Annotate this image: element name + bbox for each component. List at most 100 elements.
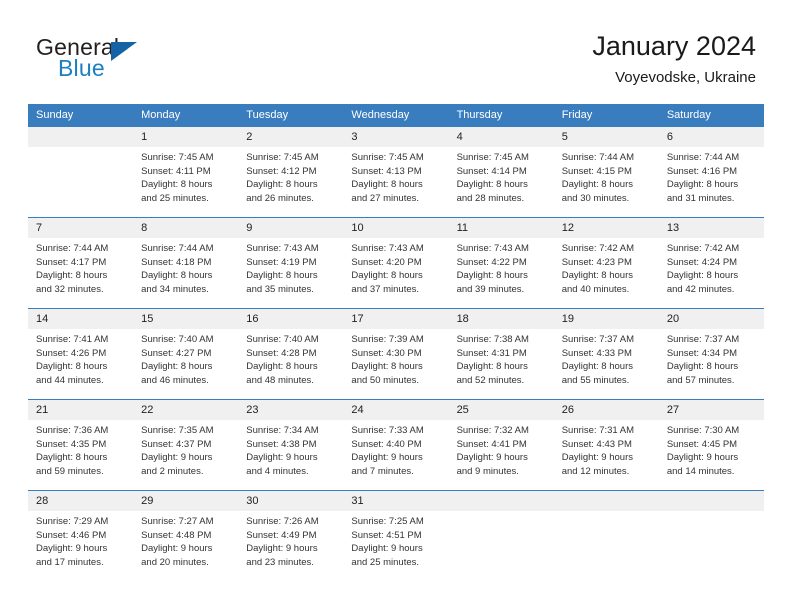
daylight-text-line2: and 25 minutes.: [351, 556, 420, 568]
day-info: Sunrise: 7:42 AM Sunset: 4:24 PM Daylight:…: [659, 238, 764, 296]
calendar-day-cell[interactable]: 26 Sunrise: 7:31 AM Sunset: 4:43 PM Dayligh…: [553, 399, 659, 491]
page-title: January 2024: [592, 31, 756, 61]
sunrise-text: Sunrise: 7:33 AM: [351, 425, 424, 436]
calendar-day-cell[interactable]: 14 Sunrise: 7:41 AM Sunset: 4:26 PM Dayligh…: [28, 308, 134, 400]
day-number: 8: [133, 218, 239, 238]
calendar-day-cell[interactable]: 5 Sunrise: 7:44 AM Sunset: 4:15 PM Daylight…: [553, 126, 659, 218]
calendar-day-cell[interactable]: 25 Sunrise: 7:32 AM Sunset: 4:41 PM Dayligh…: [448, 399, 554, 491]
day-number: 11: [448, 218, 554, 238]
sunset-text: Sunset: 4:13 PM: [351, 165, 422, 177]
calendar-day-cell[interactable]: 4 Sunrise: 7:45 AM Sunset: 4:14 PM Daylight…: [448, 126, 554, 218]
calendar-body: 1 Sunrise: 7:45 AM Sunset: 4:11 PM Daylight…: [28, 126, 764, 581]
calendar-day-cell[interactable]: 2 Sunrise: 7:45 AM Sunset: 4:12 PM Daylight…: [238, 126, 344, 218]
calendar-day-cell[interactable]: 22 Sunrise: 7:35 AM Sunset: 4:37 PM Dayligh…: [133, 399, 239, 491]
daylight-text-line2: and 52 minutes.: [456, 374, 525, 386]
sunset-text: Sunset: 4:19 PM: [246, 256, 317, 268]
sunset-text: Sunset: 4:11 PM: [141, 165, 211, 177]
daylight-text-line2: and 48 minutes.: [246, 374, 314, 386]
day-info: Sunrise: 7:44 AM Sunset: 4:17 PM Daylight:…: [28, 238, 133, 296]
sunset-text: Sunset: 4:12 PM: [246, 165, 317, 177]
calendar-week-row: 14 Sunrise: 7:41 AM Sunset: 4:26 PM Dayligh…: [28, 308, 764, 400]
sunrise-text: Sunrise: 7:29 AM: [36, 516, 109, 527]
day-number: [658, 491, 764, 511]
calendar-grid: Sunday Monday Tuesday Wednesday Thursday…: [28, 104, 764, 581]
calendar-day-cell[interactable]: 24 Sunrise: 7:33 AM Sunset: 4:40 PM Dayligh…: [343, 399, 449, 491]
calendar-day-cell[interactable]: 16 Sunrise: 7:40 AM Sunset: 4:28 PM Dayligh…: [238, 308, 344, 400]
sunset-text: Sunset: 4:43 PM: [561, 438, 632, 450]
day-info: Sunrise: 7:45 AM Sunset: 4:11 PM Daylight:…: [133, 147, 238, 205]
sunrise-text: Sunrise: 7:44 AM: [666, 152, 740, 163]
sunset-text: Sunset: 4:15 PM: [561, 165, 632, 177]
day-number: 10: [343, 218, 449, 238]
sunset-text: Sunset: 4:41 PM: [456, 438, 527, 450]
day-info: Sunrise: 7:37 AM Sunset: 4:34 PM Daylight:…: [659, 329, 764, 387]
day-info: Sunrise: 7:43 AM Sunset: 4:19 PM Daylight:…: [238, 238, 343, 296]
day-number: 2: [238, 127, 344, 147]
calendar-day-cell[interactable]: 3 Sunrise: 7:45 AM Sunset: 4:13 PM Daylight…: [343, 126, 449, 218]
calendar-day-cell[interactable]: 13 Sunrise: 7:42 AM Sunset: 4:24 PM Dayligh…: [658, 217, 764, 309]
daylight-text-line1: Daylight: 8 hours: [246, 361, 318, 372]
day-number: 6: [658, 127, 764, 147]
daylight-text-line2: and 34 minutes.: [141, 283, 209, 295]
calendar-day-cell[interactable]: 12 Sunrise: 7:42 AM Sunset: 4:23 PM Dayligh…: [553, 217, 659, 309]
day-info: Sunrise: 7:34 AM Sunset: 4:38 PM Daylight:…: [238, 420, 343, 478]
day-number: 22: [133, 400, 239, 420]
day-number: [448, 491, 554, 511]
day-info: Sunrise: 7:44 AM Sunset: 4:15 PM Daylight:…: [554, 147, 659, 205]
daylight-text-line1: Daylight: 8 hours: [561, 270, 633, 281]
sunset-text: Sunset: 4:31 PM: [456, 347, 527, 359]
sunrise-text: Sunrise: 7:45 AM: [456, 152, 529, 163]
day-info: Sunrise: 7:35 AM Sunset: 4:37 PM Daylight:…: [133, 420, 238, 478]
sunrise-text: Sunrise: 7:41 AM: [36, 334, 109, 345]
daylight-text-line2: and 46 minutes.: [141, 374, 209, 386]
day-number: 12: [553, 218, 659, 238]
page-header: General Blue January 2024 Voyevodske, Uk…: [0, 0, 792, 104]
day-number: 20: [658, 309, 764, 329]
logo-text-blue: Blue: [58, 55, 105, 81]
calendar-day-cell[interactable]: 9 Sunrise: 7:43 AM Sunset: 4:19 PM Daylight…: [238, 217, 344, 309]
calendar-day-cell[interactable]: 30 Sunrise: 7:26 AM Sunset: 4:49 PM Dayligh…: [238, 490, 344, 581]
calendar-day-cell[interactable]: 18 Sunrise: 7:38 AM Sunset: 4:31 PM Dayligh…: [448, 308, 554, 400]
day-info: Sunrise: 7:41 AM Sunset: 4:26 PM Daylight:…: [28, 329, 133, 387]
day-number: 30: [238, 491, 344, 511]
day-number: 4: [448, 127, 554, 147]
calendar-day-cell[interactable]: 10 Sunrise: 7:43 AM Sunset: 4:20 PM Dayligh…: [343, 217, 449, 309]
sunrise-text: Sunrise: 7:44 AM: [561, 152, 635, 163]
calendar-day-cell[interactable]: 31 Sunrise: 7:25 AM Sunset: 4:51 PM Dayligh…: [343, 490, 449, 581]
daylight-text-line1: Daylight: 8 hours: [351, 270, 423, 281]
daylight-text-line2: and 27 minutes.: [351, 192, 420, 204]
calendar-day-cell[interactable]: 29 Sunrise: 7:27 AM Sunset: 4:48 PM Dayligh…: [133, 490, 239, 581]
daylight-text-line1: Daylight: 8 hours: [666, 179, 739, 190]
day-number: 18: [448, 309, 554, 329]
day-info: Sunrise: 7:44 AM Sunset: 4:18 PM Daylight:…: [133, 238, 238, 296]
calendar-day-cell[interactable]: 11 Sunrise: 7:43 AM Sunset: 4:22 PM Dayligh…: [448, 217, 554, 309]
day-info: Sunrise: 7:30 AM Sunset: 4:45 PM Daylight:…: [659, 420, 764, 478]
calendar-day-cell[interactable]: 7 Sunrise: 7:44 AM Sunset: 4:17 PM Daylight…: [28, 217, 134, 309]
calendar-day-cell[interactable]: 20 Sunrise: 7:37 AM Sunset: 4:34 PM Dayligh…: [658, 308, 764, 400]
daylight-text-line2: and 55 minutes.: [561, 374, 630, 386]
title-block: January 2024 Voyevodske, Ukraine: [592, 30, 756, 88]
calendar-day-cell[interactable]: 1 Sunrise: 7:45 AM Sunset: 4:11 PM Daylight…: [133, 126, 239, 218]
calendar-day-cell[interactable]: 21 Sunrise: 7:36 AM Sunset: 4:35 PM Dayligh…: [28, 399, 134, 491]
day-info: Sunrise: 7:37 AM Sunset: 4:33 PM Daylight:…: [554, 329, 659, 387]
day-info: Sunrise: 7:45 AM Sunset: 4:14 PM Daylight:…: [449, 147, 554, 205]
daylight-text-line1: Daylight: 8 hours: [456, 179, 528, 190]
calendar-day-cell[interactable]: 19 Sunrise: 7:37 AM Sunset: 4:33 PM Dayligh…: [553, 308, 659, 400]
day-info: Sunrise: 7:33 AM Sunset: 4:40 PM Daylight:…: [343, 420, 448, 478]
calendar-week-row: 28 Sunrise: 7:29 AM Sunset: 4:46 PM Dayligh…: [28, 490, 764, 581]
daylight-text-line1: Daylight: 9 hours: [456, 452, 528, 463]
calendar-day-cell[interactable]: 6 Sunrise: 7:44 AM Sunset: 4:16 PM Daylight…: [658, 126, 764, 218]
calendar-day-cell-empty: [448, 490, 554, 581]
calendar-day-cell[interactable]: 8 Sunrise: 7:44 AM Sunset: 4:18 PM Daylight…: [133, 217, 239, 309]
weekday-header-tuesday: Tuesday: [238, 104, 344, 127]
calendar-day-cell[interactable]: 27 Sunrise: 7:30 AM Sunset: 4:45 PM Dayligh…: [658, 399, 764, 491]
day-number: 1: [133, 127, 239, 147]
sunset-text: Sunset: 4:20 PM: [351, 256, 422, 268]
daylight-text-line2: and 42 minutes.: [666, 283, 735, 295]
calendar-day-cell[interactable]: 15 Sunrise: 7:40 AM Sunset: 4:27 PM Dayligh…: [133, 308, 239, 400]
calendar-day-cell[interactable]: 28 Sunrise: 7:29 AM Sunset: 4:46 PM Dayligh…: [28, 490, 134, 581]
calendar-day-cell[interactable]: 17 Sunrise: 7:39 AM Sunset: 4:30 PM Dayligh…: [343, 308, 449, 400]
calendar-day-cell[interactable]: 23 Sunrise: 7:34 AM Sunset: 4:38 PM Dayligh…: [238, 399, 344, 491]
calendar-week-row: 7 Sunrise: 7:44 AM Sunset: 4:17 PM Daylight…: [28, 217, 764, 309]
day-info: Sunrise: 7:40 AM Sunset: 4:28 PM Daylight:…: [238, 329, 343, 387]
